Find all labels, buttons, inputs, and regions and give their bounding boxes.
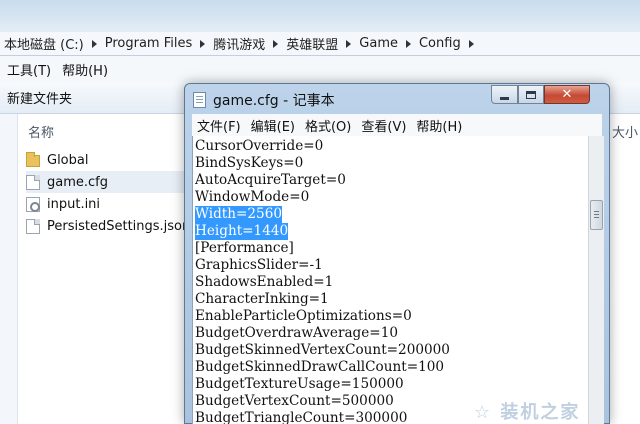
new-folder-button[interactable]: 新建文件夹	[7, 88, 72, 107]
breadcrumb-item[interactable]: Program Files	[105, 36, 193, 51]
navigation-pane-edge	[0, 114, 18, 424]
document-icon	[26, 218, 40, 234]
menu-tools[interactable]: 工具(T)	[7, 60, 51, 79]
chevron-right-icon[interactable]	[468, 39, 474, 48]
breadcrumb: 本地磁盘 (C:) Program Files 腾讯游戏 英雄联盟 Game C…	[4, 34, 482, 53]
text-editor[interactable]: CursorOverride=0 BindSysKeys=0 AutoAcquire…	[192, 136, 588, 424]
breadcrumb-item[interactable]: Config	[419, 36, 461, 51]
vertical-scrollbar[interactable]	[588, 136, 604, 424]
watermark: ☆ 装机之家	[474, 402, 581, 423]
selected-text-line: Width=2560	[195, 206, 282, 223]
file-name: game.cfg	[47, 174, 108, 190]
address-bar[interactable]: 本地磁盘 (C:) Program Files 腾讯游戏 英雄联盟 Game C…	[0, 32, 640, 56]
text-line: BudgetSkinnedVertexCount=200000	[195, 342, 450, 358]
text-line: BindSysKeys=0	[195, 155, 304, 171]
minimize-button[interactable]	[491, 85, 518, 104]
document-icon	[26, 174, 40, 190]
list-item[interactable]: game.cfg	[26, 171, 186, 193]
breadcrumb-item[interactable]: 腾讯游戏	[213, 34, 265, 53]
notepad-menu-bar: 文件(F) 编辑(E) 格式(O) 查看(V) 帮助(H)	[192, 114, 602, 136]
chevron-right-icon[interactable]	[273, 39, 279, 48]
column-header-size[interactable]: 大小	[612, 122, 638, 141]
file-name: PersistedSettings.json	[47, 218, 191, 234]
notepad-title-bar[interactable]: game.cfg - 记事本 ✕	[185, 84, 609, 114]
list-item[interactable]: PersistedSettings.json	[26, 215, 190, 237]
window-top-background	[0, 0, 640, 32]
text-line: BudgetTextureUsage=150000	[195, 376, 404, 392]
menu-help[interactable]: 帮助(H)	[411, 116, 467, 135]
minimize-icon	[500, 97, 509, 100]
list-item[interactable]: input.ini	[26, 193, 186, 215]
folder-icon	[26, 152, 40, 167]
window-title: game.cfg - 记事本	[213, 93, 335, 109]
menu-view[interactable]: 查看(V)	[356, 116, 411, 135]
chevron-right-icon[interactable]	[91, 39, 97, 48]
chevron-right-icon[interactable]	[200, 39, 206, 48]
file-name: input.ini	[47, 196, 101, 212]
settings-file-icon	[26, 196, 40, 212]
text-line: CharacterInking=1	[195, 291, 329, 307]
explorer-menu-bar: 工具(T) 帮助(H)	[0, 56, 640, 82]
menu-edit[interactable]: 编辑(E)	[246, 116, 300, 135]
text-line: BudgetOverdrawAverage=10	[195, 325, 398, 341]
menu-format[interactable]: 格式(O)	[300, 116, 356, 135]
text-line: BudgetSkinnedDrawCallCount=100	[195, 359, 445, 375]
text-line: BudgetTriangleCount=300000	[195, 410, 408, 424]
column-header-name[interactable]: 名称	[28, 122, 54, 141]
breadcrumb-item[interactable]: 本地磁盘 (C:)	[4, 34, 84, 53]
menu-file[interactable]: 文件(F)	[192, 116, 246, 135]
notepad-icon	[193, 92, 206, 108]
maximize-button[interactable]	[518, 85, 544, 104]
text-line: [Performance]	[195, 240, 294, 256]
breadcrumb-item[interactable]: 英雄联盟	[286, 34, 338, 53]
text-line: AutoAcquireTarget=0	[195, 172, 346, 188]
chevron-right-icon[interactable]	[405, 39, 411, 48]
text-line: WindowMode=0	[195, 189, 310, 205]
menu-help[interactable]: 帮助(H)	[62, 60, 108, 79]
selected-text-line: Height=1440	[195, 223, 289, 240]
text-line: CursorOverride=0	[195, 138, 324, 154]
notepad-window[interactable]: game.cfg - 记事本 ✕ 文件(F) 编辑(E) 格式(O) 查看(V)…	[184, 83, 610, 424]
maximize-icon	[526, 90, 536, 99]
breadcrumb-item[interactable]: Game	[359, 36, 398, 51]
text-line: BudgetVertexCount=500000	[195, 393, 394, 409]
scrollbar-thumb[interactable]	[590, 200, 603, 230]
close-icon: ✕	[561, 87, 573, 102]
text-line: EnableParticleOptimizations=0	[195, 308, 412, 324]
text-line: ShadowsEnabled=1	[195, 274, 334, 290]
list-item[interactable]: Global	[26, 149, 186, 171]
close-button[interactable]: ✕	[544, 85, 590, 104]
file-name: Global	[47, 152, 89, 168]
chevron-right-icon[interactable]	[346, 39, 352, 48]
text-line: GraphicsSlider=-1	[195, 257, 323, 273]
